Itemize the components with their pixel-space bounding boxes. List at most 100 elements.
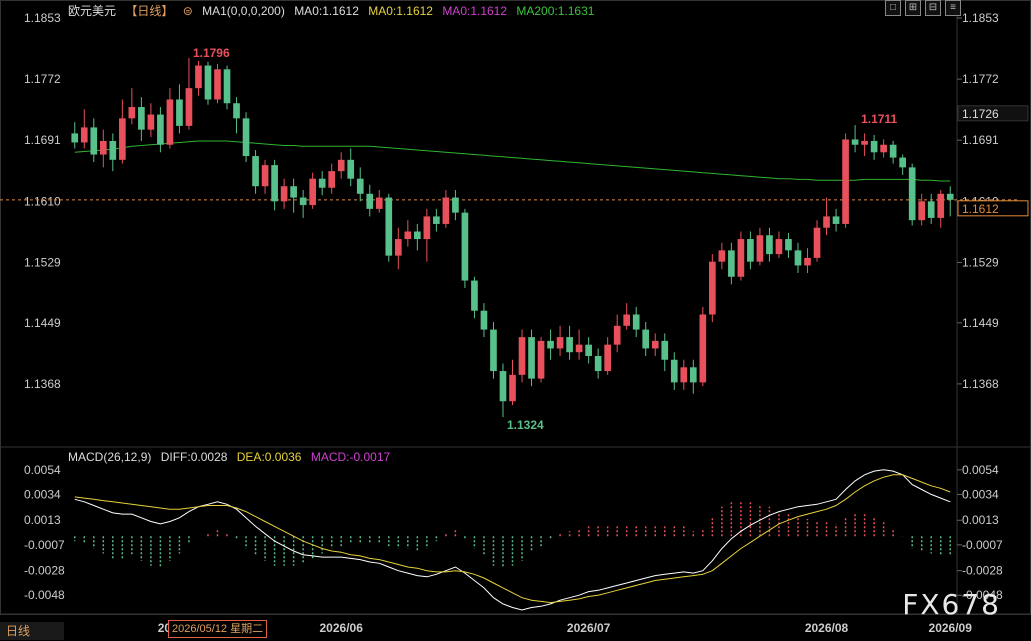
candle-body [328,171,336,188]
ma-value-label: 1.1726 [962,107,999,121]
candle-body [718,250,726,262]
candle-body [661,340,669,360]
candle-body [937,193,945,218]
macd-value: MACD:-0.0017 [310,450,391,464]
recent-high-annotation: 1.1711 [861,112,897,126]
candle-body [842,139,849,224]
candle-body [185,88,193,126]
toolbar-button-4[interactable]: ≡ [945,0,961,16]
candle-body [299,197,307,206]
ma-label: MA1(0,0,0,200) [202,4,285,18]
candle-body [575,344,583,353]
ma200-value: MA200:1.1631 [516,4,595,18]
candle-body [613,325,621,345]
price-tick-left: 1.1368 [24,377,61,391]
candle-body [71,133,79,143]
candle-body [528,337,535,379]
macd-tick-left: 0.0034 [24,487,61,501]
candle-body [423,216,431,240]
candle-body [537,340,545,379]
ma200-line [74,140,951,182]
period-label[interactable]: 【日线】 [125,4,173,18]
candle-body [490,329,497,372]
candle-body [204,65,212,100]
macd-tick-left: 0.0054 [24,463,61,477]
price-tick-right: 1.1449 [962,316,999,330]
price-tick-right: 1.1691 [962,133,999,147]
macd-diff: DIFF:0.0028 [160,450,228,464]
candle-body [566,337,573,353]
candle-body [804,257,811,266]
symbol-name: 欧元美元 [68,4,117,18]
candle-body [280,186,288,202]
candle-body [594,355,602,372]
macd-tick-left: -0.0048 [24,588,65,602]
candle-body [689,367,697,383]
watermark-logo: FX678 [902,588,1001,621]
toolbar-button-3[interactable]: ⊟ [925,0,941,16]
candle-body [642,329,650,349]
period-tab[interactable]: 日线 [0,622,64,640]
candle-body [261,165,269,187]
candle-body [195,65,202,89]
candle-body [356,178,364,194]
candle-body [851,139,859,145]
candle-body [252,156,259,187]
macd-dea: DEA:0.0036 [236,450,302,464]
candle-body [166,99,174,145]
candle-body [223,69,231,104]
price-tick-left: 1.1772 [24,72,61,86]
macd-header: MACD(26,12,9) DIFF:0.0028 DEA:0.0036 MAC… [68,450,396,464]
selected-date: 2026/05/12 星期二 [168,620,268,638]
low-annotation: 1.1324 [507,418,544,432]
candle-body [756,235,764,262]
candle-body [90,127,98,155]
candle-body [433,216,440,224]
settings-icon[interactable]: ⊜ [183,4,193,18]
macd-diff-line [74,469,951,611]
candle-body [138,107,145,130]
candle-body [794,250,802,266]
candle-body [375,197,383,209]
candle-body [908,167,916,221]
candle-body [680,367,688,383]
candle-body [747,239,754,262]
candle-body [318,178,326,188]
chart-header: 欧元美元 【日线】 ⊜ MA1(0,0,0,200) MA0:1.1612 MA… [68,2,600,19]
x-tick-label: 2026/08 [805,621,849,635]
toolbar-button-2[interactable]: ⊞ [905,0,921,16]
candle-body [80,127,88,143]
candle-body [623,314,631,326]
macd-label: MACD(26,12,9) [68,450,152,464]
candle-body [670,359,678,383]
macd-tick-right: 0.0034 [962,487,999,501]
candle-body [737,239,745,277]
ma0-white: MA0:1.1612 [294,4,359,18]
candle-body [509,374,516,402]
price-tick-left: 1.1610 [24,194,61,208]
candle-body [233,103,240,119]
macd-tick-right: -0.0028 [962,564,1003,578]
high-annotation: 1.1796 [193,46,230,60]
candle-body [337,159,345,172]
candle-body [880,144,887,153]
candle-body [128,107,136,119]
candle-body [461,212,469,281]
toolbar-button-1[interactable]: □ [885,0,901,16]
macd-tick-right: -0.0007 [962,538,1003,552]
toolbar: □ ⊞ ⊟ ≡ [885,0,961,16]
candle-body [366,193,374,209]
candle-body [271,165,278,202]
candle-body [813,227,821,258]
candle-body [385,197,393,256]
candle-body [632,314,640,330]
candle-body [766,235,773,255]
candle-body [927,201,935,218]
x-tick-label: 2026/07 [567,621,611,635]
candle-body [728,250,735,277]
candle-body [290,186,297,198]
candle-body [347,159,355,179]
x-tick-label: 2026/06 [320,621,364,635]
price-tick-left: 1.1691 [24,133,61,147]
candle-body [499,371,507,402]
